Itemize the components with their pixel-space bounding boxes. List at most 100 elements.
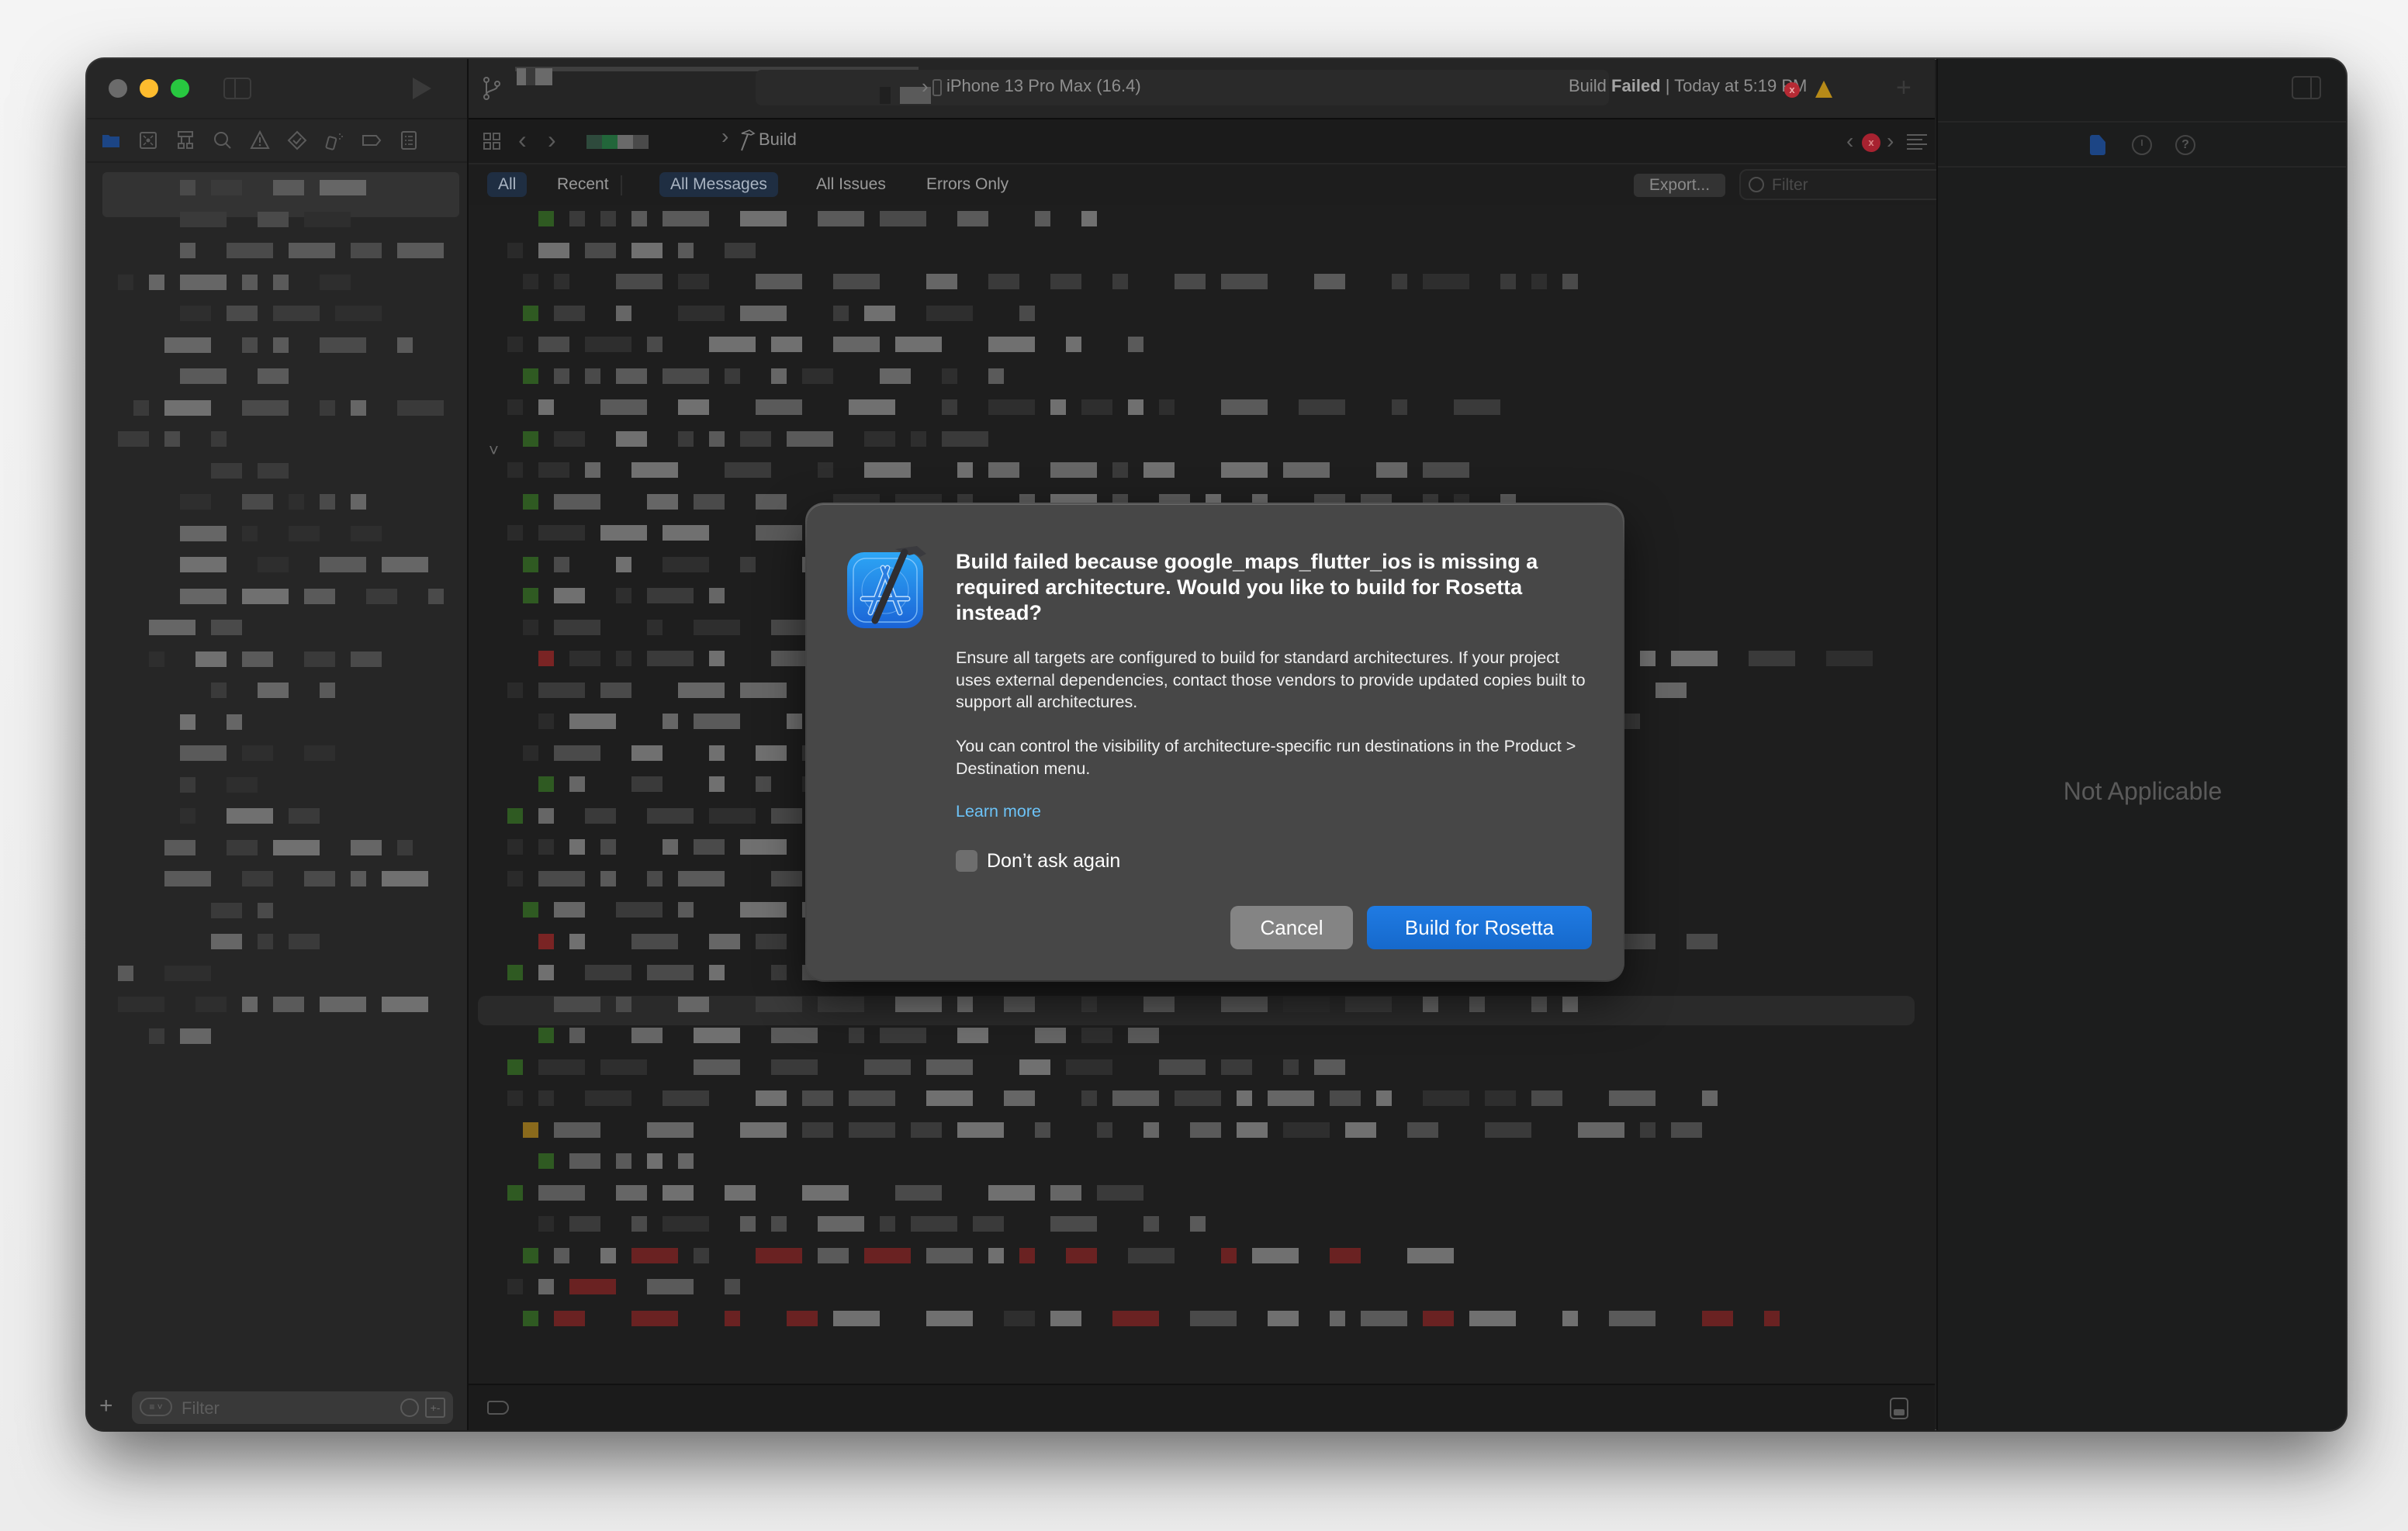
- add-file-button[interactable]: +: [99, 1394, 113, 1418]
- redacted-log-text: [1035, 1028, 1066, 1043]
- quick-help-icon[interactable]: ?: [2175, 135, 2195, 155]
- redacted-log-text: [926, 1059, 973, 1075]
- redacted-log-text: [1128, 1028, 1159, 1043]
- folder-icon: [102, 135, 119, 147]
- forward-button[interactable]: ›: [548, 126, 556, 154]
- build-status[interactable]: Build Failed | Today at 5:19 PM: [1569, 76, 1807, 96]
- tab-symbol-navigator[interactable]: [175, 130, 195, 150]
- redacted-log-text: [802, 1121, 833, 1138]
- redacted-log-text: [725, 1184, 756, 1201]
- source-control-filter-icon[interactable]: +-: [425, 1398, 445, 1418]
- redacted-log-text: [554, 305, 585, 321]
- redacted-log-text: [1283, 462, 1330, 478]
- file-inspector-icon[interactable]: [2090, 135, 2105, 155]
- tab-debug-navigator[interactable]: [324, 130, 344, 150]
- history-inspector-icon[interactable]: [2132, 135, 2152, 155]
- redacted-log-text: [973, 1216, 1004, 1232]
- tab-report-navigator[interactable]: [399, 130, 419, 150]
- redacted-log-text: [1749, 651, 1795, 666]
- redacted-log-text: [833, 274, 880, 289]
- search-icon: [214, 132, 231, 149]
- navigator-toggle-icon[interactable]: [223, 78, 251, 99]
- redacted-log-text: [1314, 274, 1345, 289]
- debug-area-toggle-icon[interactable]: [1890, 1398, 1908, 1419]
- build-for-rosetta-button[interactable]: Build for Rosetta: [1367, 906, 1592, 949]
- tab-project-navigator[interactable]: [101, 130, 121, 150]
- minimize-window-button[interactable]: [140, 79, 158, 98]
- log-status-icon: [538, 933, 554, 949]
- activity-viewer[interactable]: › iPhone 13 Pro Max (16.4) Build Failed …: [756, 70, 1807, 105]
- next-issue-button[interactable]: ›: [1887, 129, 1894, 154]
- all-messages-button[interactable]: All Messages: [659, 172, 778, 197]
- run-icon[interactable]: [413, 78, 431, 99]
- error-count-icon[interactable]: x: [1784, 82, 1800, 98]
- filter-options-icon[interactable]: ≡ ˅: [140, 1398, 172, 1416]
- error-issue-icon[interactable]: x: [1862, 133, 1880, 152]
- redacted-log-text: [1376, 462, 1407, 478]
- log-status-icon: [507, 1090, 523, 1106]
- tab-breakpoint-navigator[interactable]: [362, 130, 382, 150]
- redacted-tree-text: [227, 776, 258, 793]
- related-items-icon[interactable]: [483, 132, 501, 150]
- redacted-log-text: [1283, 1059, 1299, 1075]
- redacted-log-text: [895, 337, 942, 352]
- redacted-tree-text: [242, 274, 258, 290]
- redacted-log-text: [1050, 274, 1081, 289]
- log-status-icon: [507, 965, 523, 980]
- tab-test-navigator[interactable]: [287, 130, 307, 150]
- redacted-tree-text: [180, 243, 195, 258]
- warning-count-icon[interactable]: [1815, 81, 1832, 98]
- back-button[interactable]: ‹: [518, 126, 527, 154]
- redacted-tree-text: [149, 620, 195, 635]
- redacted-log-text: [1143, 1121, 1159, 1138]
- close-window-button[interactable]: [109, 79, 127, 98]
- redacted-log-text: [988, 368, 1004, 384]
- cancel-button[interactable]: Cancel: [1230, 906, 1353, 949]
- dont-ask-again-label[interactable]: Don’t ask again: [987, 850, 1120, 872]
- errors-only-button[interactable]: Errors Only: [915, 172, 1019, 197]
- iphone-icon: [932, 79, 942, 96]
- redacted-tree-text: [180, 714, 195, 730]
- tab-source-control[interactable]: [138, 130, 158, 150]
- library-add-button[interactable]: +: [1896, 73, 1912, 103]
- redacted-tree-text: [133, 399, 149, 416]
- redacted-log-text: [678, 902, 694, 918]
- tab-issue-navigator[interactable]: [250, 130, 270, 150]
- previous-issue-button[interactable]: ‹: [1846, 129, 1853, 154]
- redacted-tree-text: [258, 462, 289, 479]
- project-tree[interactable]: [87, 164, 467, 1359]
- redacted-log-text: [616, 902, 663, 918]
- zoom-window-button[interactable]: [171, 79, 189, 98]
- scope-all-button[interactable]: All: [487, 172, 528, 197]
- breadcrumb-build[interactable]: Build: [759, 130, 797, 150]
- redacted-log-text: [631, 1247, 678, 1263]
- redacted-tree-text: [118, 997, 164, 1012]
- scheme-name-redacted[interactable]: [517, 68, 526, 85]
- redacted-tree-text: [273, 337, 289, 353]
- tag-icon[interactable]: [487, 1401, 509, 1415]
- disclosure-chevron-icon[interactable]: ˅: [489, 441, 499, 461]
- redacted-log-text: [678, 305, 725, 321]
- tab-find-navigator[interactable]: [213, 130, 233, 150]
- log-status-icon: [538, 1216, 554, 1232]
- editor-options-icon[interactable]: [1905, 133, 1929, 150]
- scope-recent-button[interactable]: Recent: [546, 172, 620, 197]
- dont-ask-again-checkbox[interactable]: [956, 850, 977, 872]
- navigator-filter-input[interactable]: ≡ ˅ Filter +-: [132, 1391, 453, 1424]
- redacted-log-text: [818, 462, 833, 478]
- export-button[interactable]: Export...: [1634, 174, 1725, 197]
- learn-more-link[interactable]: Learn more: [956, 802, 1041, 821]
- redacted-tree-text: [273, 997, 304, 1012]
- redacted-log-text: [849, 1090, 895, 1106]
- recent-files-icon[interactable]: [400, 1398, 419, 1417]
- redacted-log-text: [1640, 1121, 1656, 1138]
- all-issues-button[interactable]: All Issues: [805, 172, 897, 197]
- run-destination[interactable]: iPhone 13 Pro Max (16.4): [946, 76, 1141, 96]
- breadcrumb-redacted[interactable]: [586, 135, 602, 149]
- inspector-toggle-icon[interactable]: [2292, 76, 2321, 99]
- redacted-log-text: [616, 368, 647, 384]
- redacted-tree-text: [242, 399, 289, 416]
- branch-icon[interactable]: [483, 76, 501, 101]
- log-status-icon: [523, 305, 538, 321]
- redacted-log-text: [1624, 933, 1656, 949]
